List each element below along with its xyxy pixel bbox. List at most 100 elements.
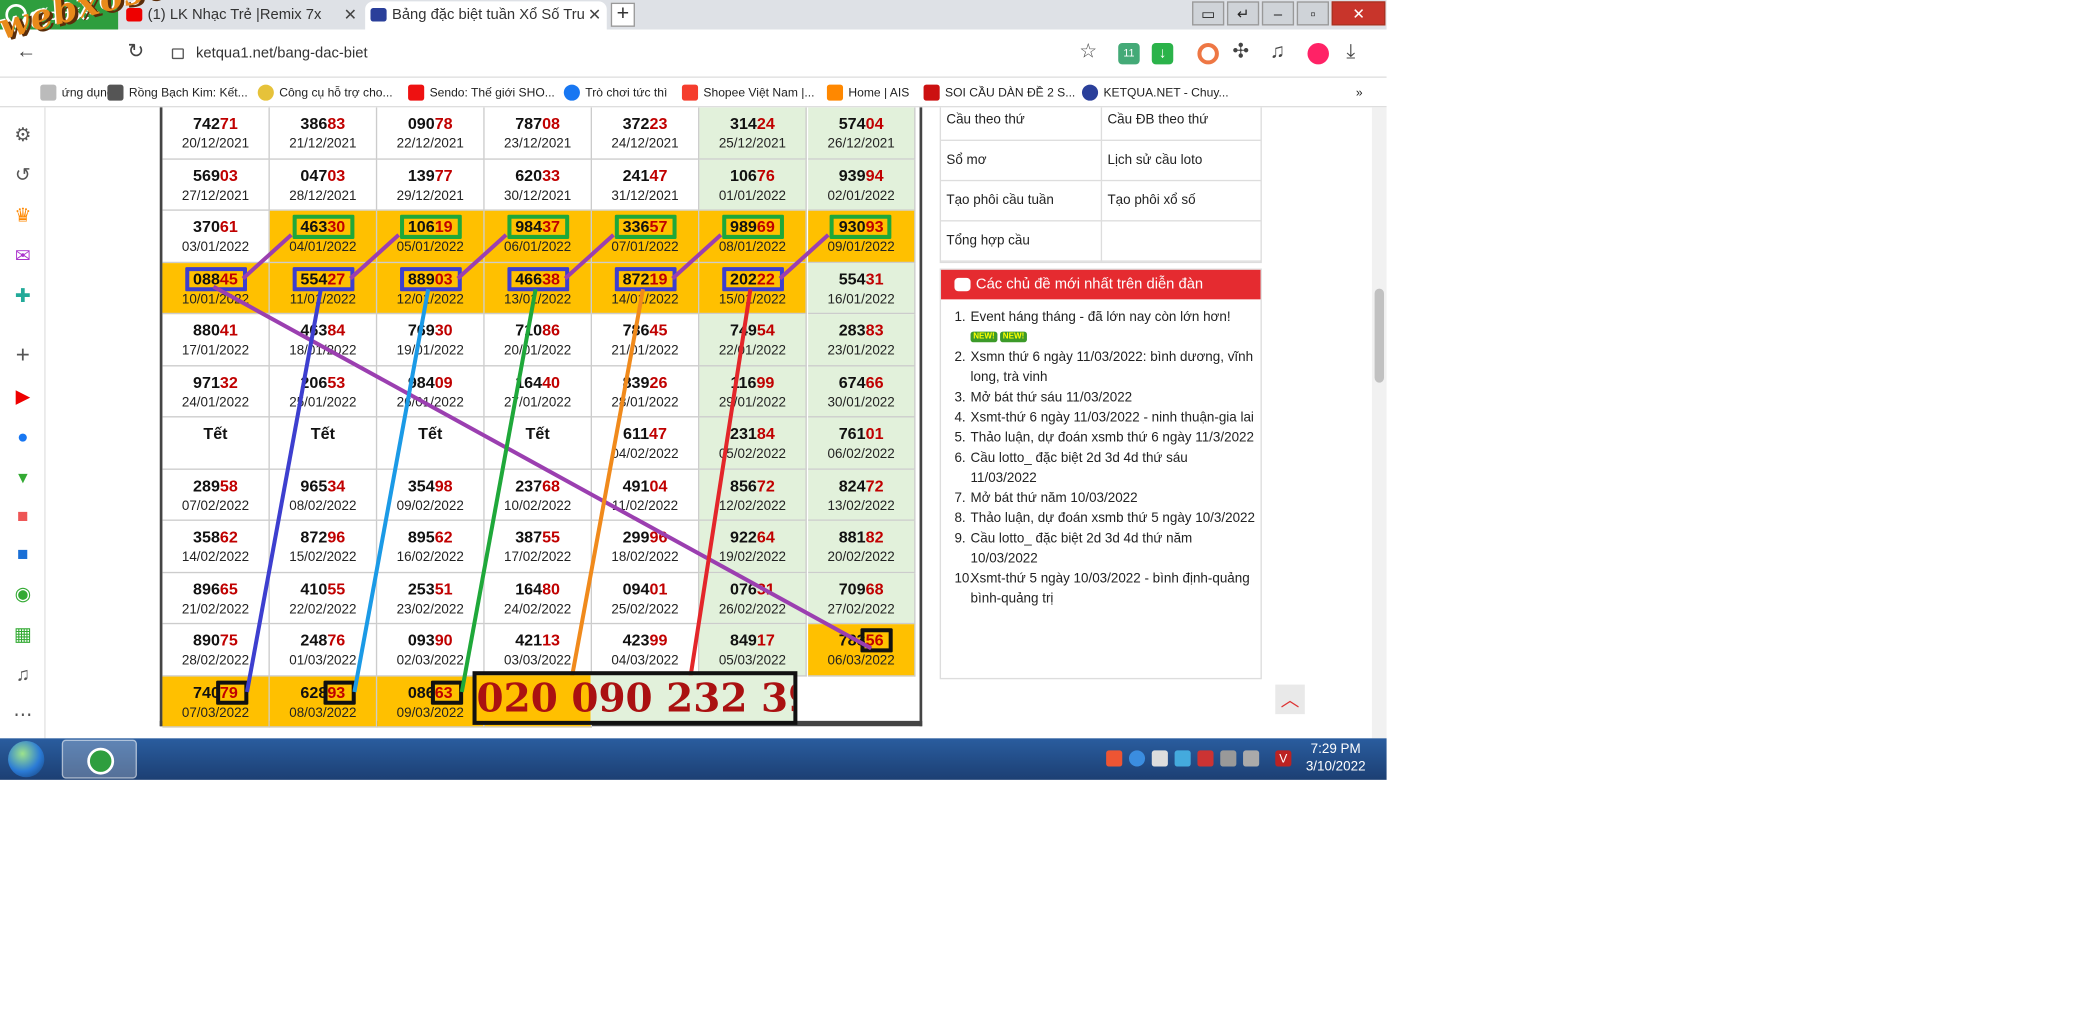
topic-title[interactable]: Mở bát thứ năm 10/03/2022: [971, 491, 1138, 506]
tray-app-icon[interactable]: [1106, 750, 1123, 767]
forum-topic[interactable]: 6. Cầu lotto_ đặc biệt 2d 3d 4d thứ sáu 1…: [954, 448, 1255, 488]
taskbar-coccoc-app[interactable]: [61, 739, 137, 779]
bookmark-ketqua-net[interactable]: KETQUA.NET - Chuy...: [1081, 82, 1229, 103]
gamepad-icon[interactable]: ✚: [12, 285, 33, 306]
tray-network-icon[interactable]: [1128, 750, 1146, 767]
crown-icon[interactable]: ♛: [12, 204, 33, 225]
bookmark-rong-bach-kim[interactable]: Rồng Bạch Kim: Kết...: [107, 82, 248, 103]
scrollbar-thumb[interactable]: [1374, 288, 1385, 383]
downloads-icon[interactable]: ⤓: [1346, 40, 1355, 64]
tool-link[interactable]: Lịch sử cầu loto: [1107, 153, 1202, 168]
messenger-icon[interactable]: ✉: [12, 244, 33, 265]
forum-topic[interactable]: 4. Xsmt-thứ 6 ngày 11/03/2022 - ninh thuậ…: [954, 408, 1255, 428]
system-clock[interactable]: 7:29 PM 3/10/2022: [1299, 741, 1371, 776]
download-arrow-icon[interactable]: ↓: [1151, 42, 1174, 65]
tool-link[interactable]: Tạo phôi cầu tuần: [946, 193, 1053, 208]
extension-badge-icon[interactable]: 11: [1118, 42, 1140, 65]
address-bar[interactable]: ketqua1.net/bang-dac-biet: [158, 36, 1112, 72]
topic-title[interactable]: Xsmn thứ 6 ngày 11/03/2022: bình dương, …: [971, 350, 1254, 385]
screenshot-icon[interactable]: ▭: [1192, 1, 1225, 26]
shopping-bag-icon[interactable]: ■: [12, 505, 33, 526]
maximize-button[interactable]: ▫: [1296, 1, 1329, 26]
bookmark-apps[interactable]: ứng dụng: [40, 82, 114, 103]
page-scrollbar[interactable]: [1371, 107, 1387, 739]
topic-number: 7.: [954, 491, 966, 507]
right-panel: Cầu theo thứ Cầu ĐB theo thứ Sổ mơ Lịch sử …: [939, 107, 1262, 730]
tab-title: Bảng đặc biệt tuần Xổ Số Tru: [391, 6, 585, 23]
tool-link-row: Tạo phôi cầu tuần Tạo phôi xổ số: [941, 181, 1261, 222]
tray-icon[interactable]: [1151, 750, 1168, 767]
more-bookmarks-icon[interactable]: »: [1356, 82, 1363, 103]
purple-link-line: [456, 233, 508, 281]
tool-link[interactable]: Sổ mơ: [946, 153, 986, 168]
add-panel-icon[interactable]: +: [12, 342, 33, 366]
tool-link[interactable]: Cầu ĐB theo thứ: [1107, 113, 1208, 128]
notification-bell-icon[interactable]: ♫: [12, 663, 33, 684]
forum-topic[interactable]: 9. Cầu lotto_ đặc biệt 2d 3d 4d thứ năm 1…: [954, 529, 1255, 569]
bookmark-cong-cu[interactable]: Công cụ hỗ trợ cho...: [257, 82, 393, 103]
sheet-icon[interactable]: ▦: [12, 623, 33, 644]
history-icon[interactable]: ↺: [12, 164, 33, 185]
tray-icon[interactable]: [1174, 750, 1191, 767]
youtube-icon[interactable]: ▶: [12, 385, 33, 406]
minimize-button[interactable]: –: [1261, 1, 1295, 26]
chat-icon[interactable]: ◉: [12, 583, 33, 604]
new-tab-button[interactable]: +: [610, 2, 635, 27]
forum-title: Các chủ đề mới nhất trên diễn đàn: [975, 276, 1204, 293]
bookmark-shopee[interactable]: Shopee Việt Nam |...: [681, 82, 814, 103]
scroll-to-top-button[interactable]: ︿: [1275, 684, 1305, 715]
tab-ketqua[interactable]: Bảng đặc biệt tuần Xổ Số Tru ✕: [365, 1, 607, 30]
windows-orb-icon: [8, 741, 45, 778]
settings-gear-icon[interactable]: ⚙: [12, 124, 33, 145]
bookmark-star-icon[interactable]: ☆: [1079, 40, 1097, 64]
tray-icon[interactable]: [1243, 750, 1260, 767]
store-icon[interactable]: ▾: [12, 466, 33, 487]
topic-title[interactable]: Thảo luận, dự đoán xsmb thứ 5 ngày 10/3/…: [971, 511, 1255, 526]
topic-title[interactable]: Mở bát thứ sáu 11/03/2022: [971, 391, 1133, 406]
close-tab-icon[interactable]: ✕: [344, 1, 358, 28]
tray-flag-icon[interactable]: [1197, 750, 1214, 767]
start-button[interactable]: [3, 738, 51, 780]
bookmark-ais[interactable]: Home | AIS: [826, 82, 909, 103]
close-tab-icon[interactable]: ✕: [588, 1, 602, 28]
red-link-line: [685, 288, 753, 698]
back-to-tab-icon[interactable]: ↵: [1226, 1, 1260, 26]
tool-link-row: Cầu theo thứ Cầu ĐB theo thứ: [941, 107, 1261, 141]
tool-link[interactable]: Tạo phôi xổ số: [1107, 193, 1195, 208]
tray-speaker-icon[interactable]: [1220, 750, 1237, 767]
forum-topic[interactable]: 2. Xsmn thứ 6 ngày 11/03/2022: bình dương…: [954, 348, 1255, 388]
forum-header: Các chủ đề mới nhất trên diễn đàn: [941, 269, 1261, 300]
profile-avatar-icon[interactable]: [1307, 42, 1329, 65]
tray-v-icon[interactable]: V: [1275, 750, 1292, 767]
topic-title[interactable]: Cầu lotto_ đặc biệt 2d 3d 4d thứ năm 10/…: [971, 532, 1193, 567]
bookmark-soi-cau[interactable]: SOI CẦU DÀN ĐỀ 2 S...: [923, 82, 1075, 103]
browser-sidebar: ⚙ ↺ ♛ ✉ ✚ + ▶ ● ▾ ■ ■ ◉ ▦ ♫ ⋯: [0, 107, 46, 739]
forum-topic[interactable]: 8. Thảo luận, dự đoán xsmb thứ 5 ngày 10/…: [954, 509, 1255, 529]
close-window-button[interactable]: ✕: [1331, 1, 1386, 26]
bookmark-tro-choi[interactable]: Trò chơi tức thì: [563, 82, 667, 103]
topic-title[interactable]: Thảo luận, dự đoán xsmb thứ 6 ngày 11/3/…: [971, 431, 1254, 446]
reload-icon[interactable]: ↻: [128, 40, 145, 64]
column-divider: [1100, 221, 1103, 262]
more-options-icon[interactable]: ⋯: [12, 703, 33, 724]
media-icon[interactable]: ♫: [1270, 40, 1285, 64]
topic-title[interactable]: Xsmt-thứ 6 ngày 11/03/2022 - ninh thuận-…: [971, 411, 1254, 426]
puzzle-icon[interactable]: ✣: [1232, 40, 1249, 64]
forum-topic[interactable]: 1. Event háng tháng - đã lớn nay còn lớn …: [954, 307, 1255, 347]
tool-link[interactable]: Tổng hợp cầu: [946, 234, 1029, 249]
forum-topic[interactable]: 7. Mở bát thứ năm 10/03/2022: [954, 489, 1255, 509]
tiki-icon[interactable]: ■: [12, 542, 33, 563]
forum-topic[interactable]: 10. Xsmt-thứ 5 ngày 10/03/2022 - bình địn…: [954, 569, 1255, 609]
facebook-icon[interactable]: ●: [12, 426, 33, 447]
extension-circle-icon[interactable]: [1197, 42, 1219, 65]
forum-topic[interactable]: 5. Thảo luận, dự đoán xsmb thứ 6 ngày 11/…: [954, 428, 1255, 448]
topic-title[interactable]: Cầu lotto_ đặc biệt 2d 3d 4d thứ sáu 11/…: [971, 451, 1188, 486]
forum-topic[interactable]: 3. Mở bát thứ sáu 11/03/2022: [954, 388, 1255, 408]
topic-title[interactable]: Xsmt-thứ 5 ngày 10/03/2022 - bình định-q…: [971, 572, 1250, 607]
clock-date: 3/10/2022: [1305, 759, 1366, 775]
tool-link[interactable]: Cầu theo thứ: [946, 113, 1024, 128]
bookmark-sendo[interactable]: Sendo: Thế giới SHO...: [408, 82, 555, 103]
topic-title[interactable]: Event háng tháng - đã lớn nay còn lớn hơ…: [971, 310, 1231, 325]
topic-number: 4.: [954, 410, 966, 426]
prediction-banner: 020 090 232 393: [472, 671, 798, 725]
